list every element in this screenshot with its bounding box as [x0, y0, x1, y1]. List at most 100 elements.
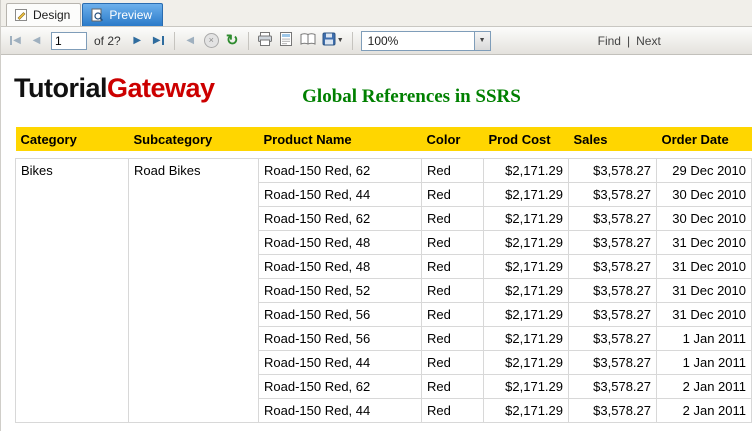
zoom-select[interactable]: 100% ▼	[360, 30, 491, 51]
table-cell: 31 Dec 2010	[656, 253, 752, 279]
refresh-icon: ↻	[225, 32, 239, 49]
table-cell: Red	[421, 325, 484, 351]
report-table-body: Bikes Road Bikes Road-150 Red, 62 Red $2,171…	[15, 157, 752, 423]
table-cell: $2,171.29	[483, 157, 569, 183]
table-cell: $3,578.27	[568, 349, 657, 375]
table-cell: Red	[421, 277, 484, 303]
table-cell: $3,578.27	[568, 397, 657, 423]
table-cell: 31 Dec 2010	[656, 229, 752, 255]
refresh-button[interactable]: ↻	[223, 31, 242, 51]
tab-design-label: Design	[33, 8, 71, 22]
column-header: Color	[421, 127, 484, 151]
toolbar-separator	[173, 31, 175, 50]
next-page-icon: ▶	[133, 34, 142, 46]
print-layout-button[interactable]	[277, 31, 296, 51]
table-cell: $2,171.29	[483, 277, 569, 303]
export-button[interactable]: ▼	[320, 31, 346, 51]
first-page-icon	[10, 36, 13, 45]
table-cell: Road-150 Red, 44	[258, 397, 422, 423]
table-cell: $2,171.29	[483, 349, 569, 375]
last-page-button[interactable]: ▶	[149, 31, 168, 51]
group-cell: Road Bikes	[128, 157, 259, 423]
table-cell: $3,578.27	[568, 325, 657, 351]
report-table: Category Subcategory Product Name Color Prod…	[15, 127, 752, 423]
table-cell: $2,171.29	[483, 181, 569, 207]
table-cell: Red	[421, 397, 484, 423]
table-cell: 2 Jan 2011	[656, 397, 752, 423]
prev-page-button[interactable]: ◀	[27, 31, 46, 51]
column-header: Sales	[568, 127, 657, 151]
table-cell: $2,171.29	[483, 325, 569, 351]
table-cell: 31 Dec 2010	[656, 301, 752, 327]
page-setup-book-icon	[300, 32, 316, 49]
zoom-value: 100%	[367, 33, 399, 48]
printer-icon	[257, 32, 273, 49]
tab-preview-label: Preview	[109, 8, 153, 22]
table-cell: Road-150 Red, 62	[258, 157, 422, 183]
tab-preview[interactable]: Preview	[82, 3, 164, 26]
table-cell: 29 Dec 2010	[656, 157, 752, 183]
table-cell: 30 Dec 2010	[656, 205, 752, 231]
column-header: Category	[15, 127, 129, 151]
report-toolbar: ◀ ◀ of 2? ▶ ▶ ◀ × ↻	[1, 27, 752, 55]
table-cell: 1 Jan 2011	[656, 349, 752, 375]
table-cell: Red	[421, 157, 484, 183]
table-cell: Road-150 Red, 56	[258, 325, 422, 351]
table-cell: Red	[421, 349, 484, 375]
tab-design[interactable]: Design	[6, 3, 82, 26]
back-to-parent-button[interactable]: ◀	[181, 31, 200, 51]
export-dropdown-icon: ▼	[336, 37, 344, 44]
print-layout-icon	[279, 32, 293, 49]
last-page-icon	[161, 36, 164, 45]
table-cell: $3,578.27	[568, 157, 657, 183]
column-header: Order Date	[656, 127, 752, 151]
table-cell: Red	[421, 301, 484, 327]
find-controls: Find | Next	[598, 34, 661, 48]
table-cell: $2,171.29	[483, 253, 569, 279]
table-cell: $2,171.29	[483, 373, 569, 399]
table-cell: $2,171.29	[483, 301, 569, 327]
zoom-dropdown-button[interactable]: ▼	[473, 31, 490, 50]
table-cell: Red	[421, 373, 484, 399]
table-cell: $3,578.27	[568, 277, 657, 303]
table-cell: Road-150 Red, 44	[258, 181, 422, 207]
table-cell: 31 Dec 2010	[656, 277, 752, 303]
table-cell: 2 Jan 2011	[656, 373, 752, 399]
page-setup-button[interactable]	[298, 31, 318, 51]
column-header: Prod Cost	[483, 127, 569, 151]
tab-strip: Design Preview	[1, 0, 752, 27]
table-cell: Road-150 Red, 56	[258, 301, 422, 327]
table-cell: Road-150 Red, 62	[258, 373, 422, 399]
find-link[interactable]: Find	[598, 34, 621, 48]
logo-part-red: Gateway	[107, 73, 215, 103]
table-cell: 1 Jan 2011	[656, 325, 752, 351]
table-cell: Red	[421, 181, 484, 207]
report-viewer-window: Design Preview ◀ ◀ of 2? ▶ ▶	[0, 0, 752, 431]
next-page-button[interactable]: ▶	[128, 31, 147, 51]
back-arrow-icon: ◀	[186, 34, 195, 46]
table-cell: $3,578.27	[568, 205, 657, 231]
design-icon	[14, 8, 28, 22]
table-cell: Road-150 Red, 48	[258, 253, 422, 279]
table-cell: $3,578.27	[568, 253, 657, 279]
table-cell: $3,578.27	[568, 301, 657, 327]
find-next-link[interactable]: Next	[636, 34, 661, 48]
first-page-button[interactable]: ◀	[6, 31, 25, 51]
zoom-dropdown-icon: ▼	[478, 37, 486, 44]
logo: TutorialGateway	[14, 73, 215, 104]
page-number-input[interactable]	[51, 31, 87, 50]
table-cell: Road-150 Red, 48	[258, 229, 422, 255]
spacer-row	[16, 151, 752, 158]
table-cell: $2,171.29	[483, 205, 569, 231]
group-cell: Bikes	[15, 157, 129, 423]
table-cell: $3,578.27	[568, 373, 657, 399]
stop-rendering-button[interactable]: ×	[202, 31, 221, 51]
export-disk-icon	[322, 32, 336, 49]
toolbar-separator	[247, 31, 249, 50]
print-button[interactable]	[255, 31, 275, 51]
table-cell: Red	[421, 205, 484, 231]
preview-icon	[90, 8, 104, 22]
table-cell: $3,578.27	[568, 229, 657, 255]
table-cell: Red	[421, 229, 484, 255]
table-row: Bikes Road Bikes Road-150 Red, 62 Red $2,171…	[15, 157, 752, 423]
